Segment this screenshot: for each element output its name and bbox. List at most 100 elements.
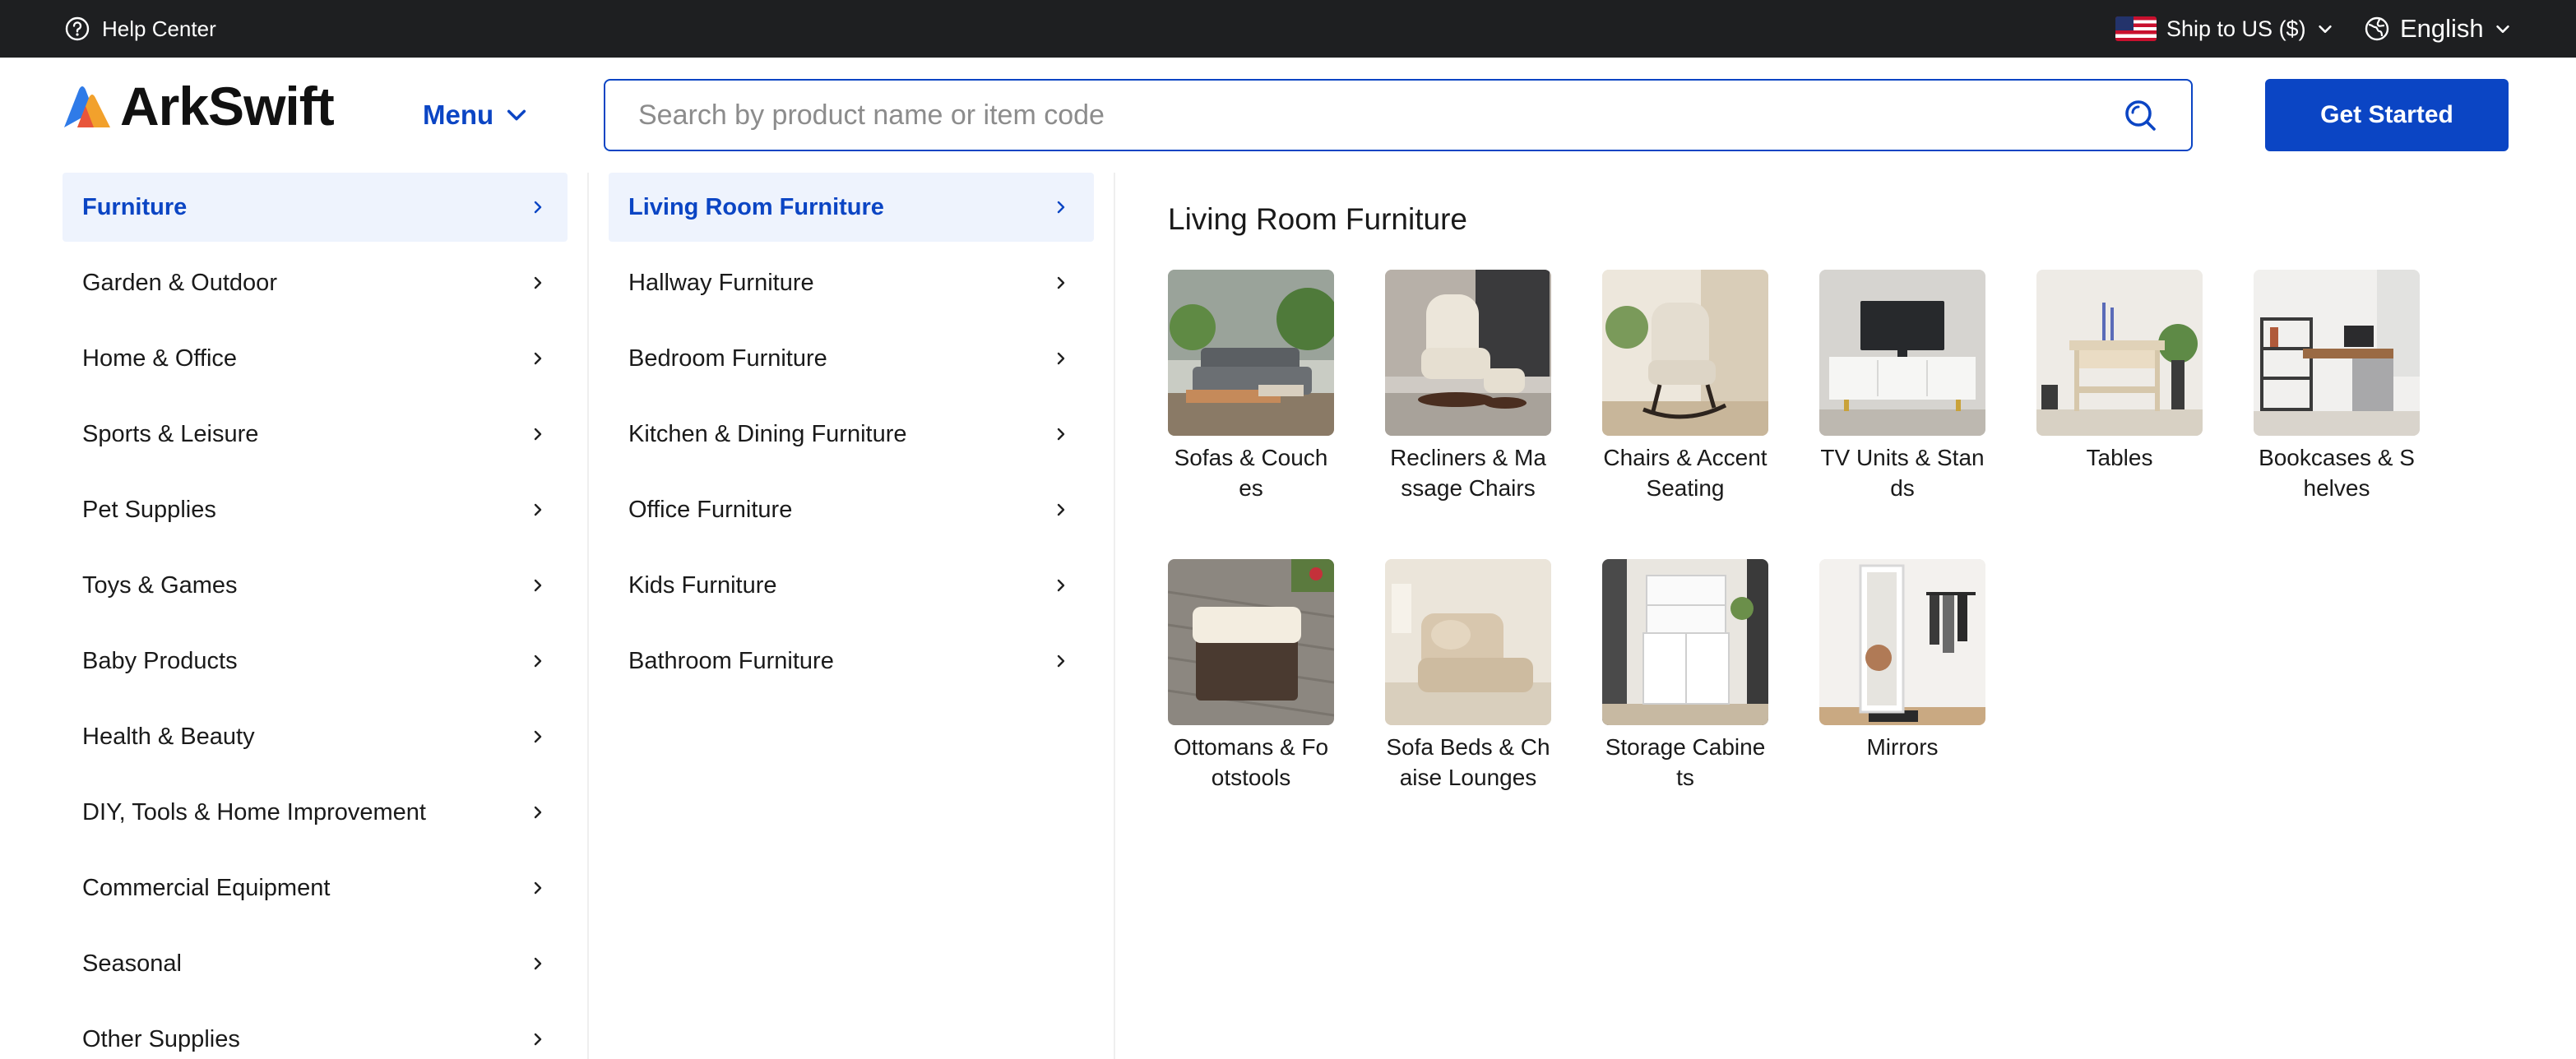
subcategory-label: Kids Furniture bbox=[628, 571, 777, 599]
chevron-right-icon bbox=[1057, 579, 1065, 592]
panel-title: Living Room Furniture bbox=[1168, 202, 1467, 236]
tile-label: Recliners & Massage Chairs bbox=[1390, 445, 1546, 501]
tile-label: Mirrors bbox=[1866, 734, 1939, 760]
ottoman-icon bbox=[1168, 559, 1334, 725]
subcategory-hallway[interactable]: Hallway Furniture bbox=[609, 248, 1094, 317]
bookcase-icon bbox=[2254, 270, 2420, 436]
category-diy-tools[interactable]: DIY, Tools & Home Improvement bbox=[63, 778, 568, 847]
us-flag-icon bbox=[2115, 16, 2157, 41]
help-center-link[interactable]: Help Center bbox=[64, 12, 216, 46]
subcategory-label: Hallway Furniture bbox=[628, 269, 814, 296]
tile-recliners[interactable]: Recliners & Massage Chairs bbox=[1385, 270, 1551, 503]
sofa-bed-icon bbox=[1385, 559, 1551, 725]
category-label: Furniture bbox=[82, 193, 188, 220]
tile-bookcases[interactable]: Bookcases & Shelves bbox=[2254, 270, 2420, 503]
tile-label: Sofa Beds & Chaise Lounges bbox=[1386, 734, 1550, 790]
tile-label: Tables bbox=[2086, 445, 2153, 470]
category-label: Home & Office bbox=[82, 345, 238, 372]
subcategory-label: Kitchen & Dining Furniture bbox=[628, 420, 907, 447]
chevron-right-icon bbox=[1057, 503, 1065, 516]
category-baby-products[interactable]: Baby Products bbox=[63, 627, 568, 696]
tile-sofa-beds[interactable]: Sofa Beds & Chaise Lounges bbox=[1385, 559, 1551, 793]
chevron-right-icon bbox=[534, 806, 542, 819]
category-list: Furniture Garden & Outdoor Home & Office… bbox=[63, 173, 568, 1059]
help-circle-icon bbox=[65, 16, 90, 41]
subcategory-kitchen-dining[interactable]: Kitchen & Dining Furniture bbox=[609, 400, 1094, 469]
chevron-right-icon bbox=[534, 276, 542, 289]
subcategory-living-room[interactable]: Living Room Furniture bbox=[609, 173, 1094, 242]
mirror-icon bbox=[1819, 559, 1985, 725]
chevron-right-icon bbox=[1057, 654, 1065, 668]
tile-ottomans[interactable]: Ottomans & Footstools bbox=[1168, 559, 1334, 793]
chevron-down-icon bbox=[2495, 25, 2509, 33]
help-center-label: Help Center bbox=[102, 16, 216, 41]
category-other-supplies[interactable]: Other Supplies bbox=[63, 1005, 568, 1059]
subcategory-list: Living Room Furniture Hallway Furniture … bbox=[609, 173, 1094, 702]
tile-label: Ottomans & Footstools bbox=[1173, 734, 1329, 790]
category-label: Pet Supplies bbox=[82, 496, 216, 523]
category-toys-games[interactable]: Toys & Games bbox=[63, 551, 568, 620]
chevron-right-icon bbox=[1057, 276, 1065, 289]
top-bar: Help Center Ship to US ($) English bbox=[0, 0, 2576, 58]
tile-label: TV Units & Stands bbox=[1820, 445, 1985, 501]
tile-tv-units[interactable]: TV Units & Stands bbox=[1819, 270, 1985, 503]
ship-to-label: Ship to US ($) bbox=[2166, 16, 2306, 41]
category-sports-leisure[interactable]: Sports & Leisure bbox=[63, 400, 568, 469]
get-started-button[interactable]: Get Started bbox=[2265, 79, 2509, 151]
menu-button[interactable]: Menu bbox=[423, 92, 528, 138]
brand-logo[interactable]: ArkSwift bbox=[61, 76, 335, 136]
chevron-right-icon bbox=[1057, 352, 1065, 365]
subcategory-label: Living Room Furniture bbox=[628, 193, 884, 220]
category-label: Health & Beauty bbox=[82, 723, 255, 750]
chevron-right-icon bbox=[1057, 201, 1065, 214]
tile-mirrors[interactable]: Mirrors bbox=[1819, 559, 1985, 762]
search-input[interactable] bbox=[605, 81, 2122, 150]
category-pet-supplies[interactable]: Pet Supplies bbox=[63, 475, 568, 544]
tile-chairs-accent[interactable]: Chairs & Accent Seating bbox=[1602, 270, 1768, 503]
tile-storage-cabinets[interactable]: Storage Cabinets bbox=[1602, 559, 1768, 793]
tile-tables[interactable]: Tables bbox=[2036, 270, 2203, 473]
search-icon[interactable] bbox=[2122, 97, 2158, 133]
chevron-right-icon bbox=[534, 1033, 542, 1046]
subcategory-bedroom[interactable]: Bedroom Furniture bbox=[609, 324, 1094, 393]
language-selector[interactable]: English bbox=[2364, 12, 2512, 46]
chevron-right-icon bbox=[1057, 428, 1065, 441]
logo-mark-icon bbox=[64, 86, 110, 127]
rocking-chair-icon bbox=[1602, 270, 1768, 436]
category-label: Commercial Equipment bbox=[82, 874, 331, 901]
chevron-right-icon bbox=[534, 957, 542, 970]
subcategory-label: Bathroom Furniture bbox=[628, 647, 834, 674]
category-commercial-equipment[interactable]: Commercial Equipment bbox=[63, 853, 568, 923]
cabinet-icon bbox=[1602, 559, 1768, 725]
subcategory-kids[interactable]: Kids Furniture bbox=[609, 551, 1094, 620]
chevron-right-icon bbox=[534, 503, 542, 516]
tile-label: Sofas & Couches bbox=[1174, 445, 1328, 501]
chevron-right-icon bbox=[534, 428, 542, 441]
category-label: Garden & Outdoor bbox=[82, 269, 277, 296]
subcategory-label: Bedroom Furniture bbox=[628, 345, 827, 372]
ship-to-selector[interactable]: Ship to US ($) bbox=[2115, 12, 2334, 46]
category-seasonal[interactable]: Seasonal bbox=[63, 929, 568, 998]
category-health-beauty[interactable]: Health & Beauty bbox=[63, 702, 568, 771]
tile-label: Bookcases & Shelves bbox=[2259, 445, 2415, 501]
subcategory-bathroom[interactable]: Bathroom Furniture bbox=[609, 627, 1094, 696]
chevron-down-icon bbox=[2318, 25, 2332, 33]
search-bar bbox=[604, 79, 2193, 151]
logo-text: ArkSwift bbox=[120, 76, 335, 136]
chevron-right-icon bbox=[534, 201, 542, 214]
category-label: DIY, Tools & Home Improvement bbox=[82, 798, 426, 825]
chevron-right-icon bbox=[534, 579, 542, 592]
chevron-right-icon bbox=[534, 881, 542, 895]
sofa-icon bbox=[1168, 270, 1334, 436]
tile-label: Storage Cabinets bbox=[1605, 734, 1766, 790]
category-furniture[interactable]: Furniture bbox=[63, 173, 568, 242]
console-table-icon bbox=[2036, 270, 2203, 436]
category-label: Other Supplies bbox=[82, 1025, 240, 1052]
category-home-office[interactable]: Home & Office bbox=[63, 324, 568, 393]
menu-label: Menu bbox=[423, 99, 494, 130]
category-garden-outdoor[interactable]: Garden & Outdoor bbox=[63, 248, 568, 317]
subcategory-office[interactable]: Office Furniture bbox=[609, 475, 1094, 544]
recliner-icon bbox=[1385, 270, 1551, 436]
tv-stand-icon bbox=[1819, 270, 1985, 436]
tile-sofas-couches[interactable]: Sofas & Couches bbox=[1168, 270, 1334, 503]
